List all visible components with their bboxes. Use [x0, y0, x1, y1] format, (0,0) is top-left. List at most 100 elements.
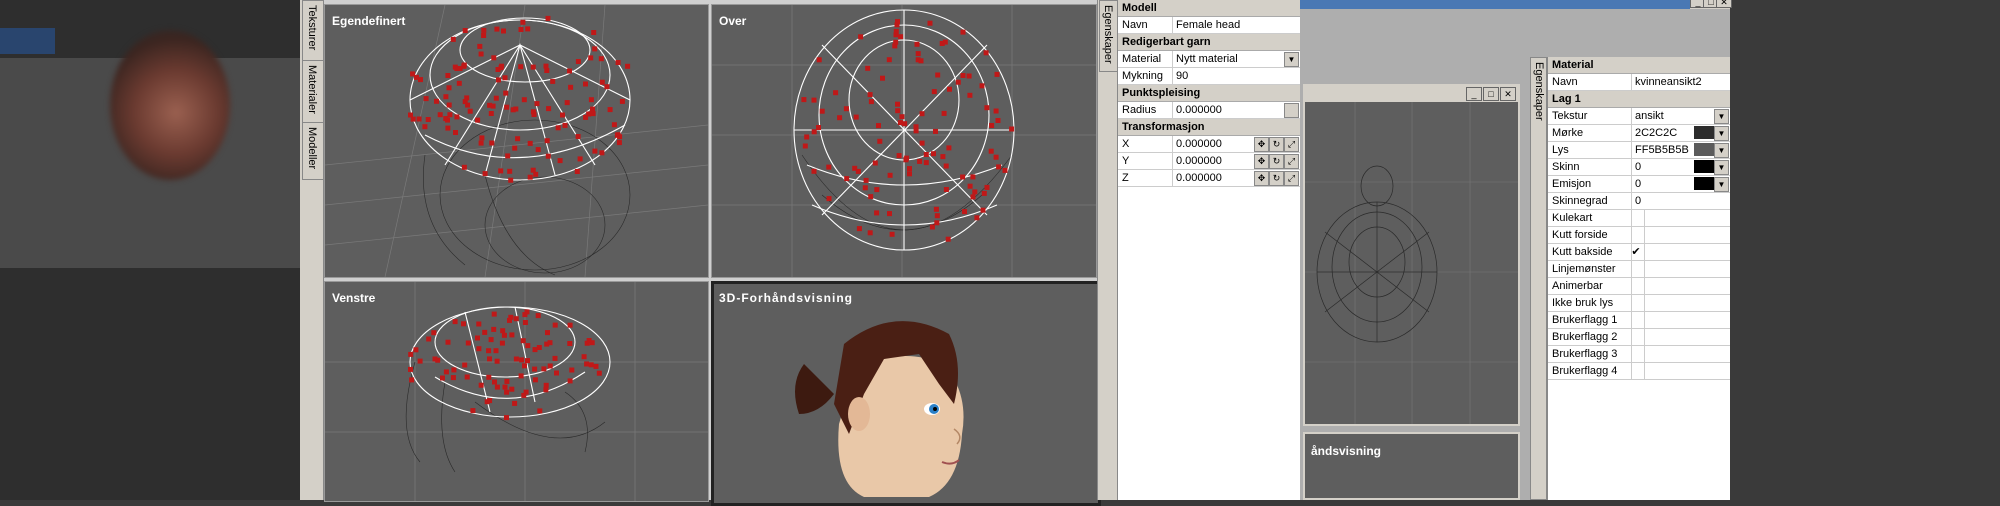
viewport-custom[interactable]: Egendefinert: [324, 4, 709, 278]
vertex-marker[interactable]: [445, 125, 451, 131]
vertex-marker[interactable]: [450, 375, 456, 381]
shine-swatch[interactable]: [1694, 160, 1714, 173]
vertex-marker[interactable]: [461, 164, 467, 170]
flag-checkbox[interactable]: [1628, 227, 1645, 243]
vertex-marker[interactable]: [984, 105, 990, 111]
vertex-marker[interactable]: [501, 28, 506, 34]
vertex-marker[interactable]: [447, 112, 453, 118]
vertex-marker[interactable]: [456, 80, 462, 86]
flag-checkbox[interactable]: [1628, 312, 1645, 328]
vertex-marker[interactable]: [589, 340, 595, 346]
vertex-marker[interactable]: [960, 29, 966, 35]
vertex-marker[interactable]: [560, 112, 565, 118]
vertex-marker[interactable]: [895, 101, 900, 107]
vertex-marker[interactable]: [545, 153, 551, 159]
vertex-marker[interactable]: [445, 339, 451, 345]
vertex-marker[interactable]: [467, 108, 473, 114]
vertex-marker[interactable]: [960, 73, 966, 78]
vertex-marker[interactable]: [588, 362, 594, 368]
vertex-marker[interactable]: [408, 366, 413, 372]
vertex-marker[interactable]: [426, 336, 432, 342]
vertex-marker[interactable]: [615, 60, 621, 65]
emission-swatch[interactable]: [1694, 177, 1714, 190]
vertex-marker[interactable]: [510, 107, 516, 113]
vertex-marker[interactable]: [541, 366, 547, 372]
vertex-marker[interactable]: [811, 129, 817, 135]
vertex-marker[interactable]: [979, 83, 985, 89]
vertex-marker[interactable]: [462, 99, 468, 105]
vertex-marker[interactable]: [475, 117, 481, 123]
material-select[interactable]: Nytt material: [1173, 51, 1300, 67]
vertex-marker[interactable]: [487, 356, 492, 362]
vertex-marker[interactable]: [619, 98, 625, 104]
vertex-marker[interactable]: [482, 171, 488, 177]
vertex-marker[interactable]: [577, 156, 583, 162]
vertex-marker[interactable]: [811, 168, 817, 174]
vertex-marker[interactable]: [939, 41, 945, 46]
vertex-marker[interactable]: [874, 187, 880, 193]
vertex-marker[interactable]: [872, 160, 878, 166]
vertex-marker[interactable]: [488, 111, 494, 116]
vertex-marker[interactable]: [583, 81, 588, 87]
vertex-marker[interactable]: [865, 65, 871, 71]
vertex-marker[interactable]: [947, 86, 952, 92]
vertex-marker[interactable]: [843, 106, 849, 112]
vertex-marker[interactable]: [524, 309, 530, 315]
vertex-marker[interactable]: [590, 106, 595, 112]
vertex-marker[interactable]: [887, 172, 893, 178]
vertex-marker[interactable]: [477, 43, 483, 49]
vertex-marker[interactable]: [994, 71, 1000, 77]
y-move-icon[interactable]: ✥: [1254, 154, 1269, 169]
vertex-marker[interactable]: [522, 320, 528, 325]
minimize-icon[interactable]: _: [1466, 87, 1482, 101]
vertex-marker[interactable]: [498, 168, 504, 174]
vertex-marker[interactable]: [933, 128, 938, 134]
emission-dropdown-icon[interactable]: ▼: [1714, 177, 1729, 192]
vertex-marker[interactable]: [858, 34, 864, 40]
vertex-marker[interactable]: [493, 348, 499, 354]
vertex-marker[interactable]: [945, 236, 951, 242]
vertex-marker[interactable]: [491, 311, 497, 317]
vertex-marker[interactable]: [575, 59, 581, 64]
vertex-marker[interactable]: [416, 116, 422, 122]
flag-checkbox[interactable]: [1628, 295, 1645, 311]
vertex-marker[interactable]: [440, 375, 445, 381]
vertex-marker[interactable]: [422, 124, 428, 130]
vertex-marker[interactable]: [445, 73, 451, 78]
vertex-marker[interactable]: [535, 313, 541, 319]
vertex-marker[interactable]: [537, 408, 543, 414]
shine-dropdown-icon[interactable]: ▼: [1714, 160, 1729, 175]
vertex-marker[interactable]: [868, 194, 874, 200]
vertex-marker[interactable]: [598, 56, 604, 62]
vertex-marker[interactable]: [520, 338, 526, 344]
vertex-marker[interactable]: [491, 55, 497, 61]
vertex-marker[interactable]: [919, 111, 925, 117]
vertex-marker[interactable]: [567, 322, 573, 328]
flag-checkbox[interactable]: [1628, 261, 1645, 277]
vertex-marker[interactable]: [454, 114, 460, 120]
vertex-marker[interactable]: [554, 370, 559, 376]
vertex-marker[interactable]: [989, 123, 995, 128]
vertex-marker[interactable]: [811, 97, 817, 103]
vertex-marker[interactable]: [567, 341, 573, 346]
vertex-marker[interactable]: [547, 340, 553, 346]
vertex-marker[interactable]: [509, 386, 515, 392]
vertex-marker[interactable]: [450, 36, 456, 42]
vertex-marker[interactable]: [895, 19, 900, 25]
vertex-marker[interactable]: [435, 357, 441, 363]
vertex-marker[interactable]: [917, 158, 923, 164]
tab-material-properties-label[interactable]: Egenskaper: [1533, 62, 1545, 121]
z-rotate-icon[interactable]: ↻: [1269, 171, 1284, 186]
vertex-marker[interactable]: [462, 28, 468, 33]
vertex-marker[interactable]: [487, 398, 493, 404]
vertex-marker[interactable]: [543, 387, 549, 393]
dark-dropdown-icon[interactable]: ▼: [1714, 126, 1729, 141]
vertex-marker[interactable]: [523, 389, 529, 395]
vertex-marker[interactable]: [525, 358, 530, 364]
material-name-field[interactable]: kvinneansikt2: [1632, 74, 1730, 90]
vertex-marker[interactable]: [515, 136, 521, 142]
vertex-marker[interactable]: [993, 108, 999, 114]
vertex-marker[interactable]: [502, 75, 508, 81]
vertex-marker[interactable]: [616, 140, 622, 146]
vertex-marker[interactable]: [970, 174, 976, 180]
